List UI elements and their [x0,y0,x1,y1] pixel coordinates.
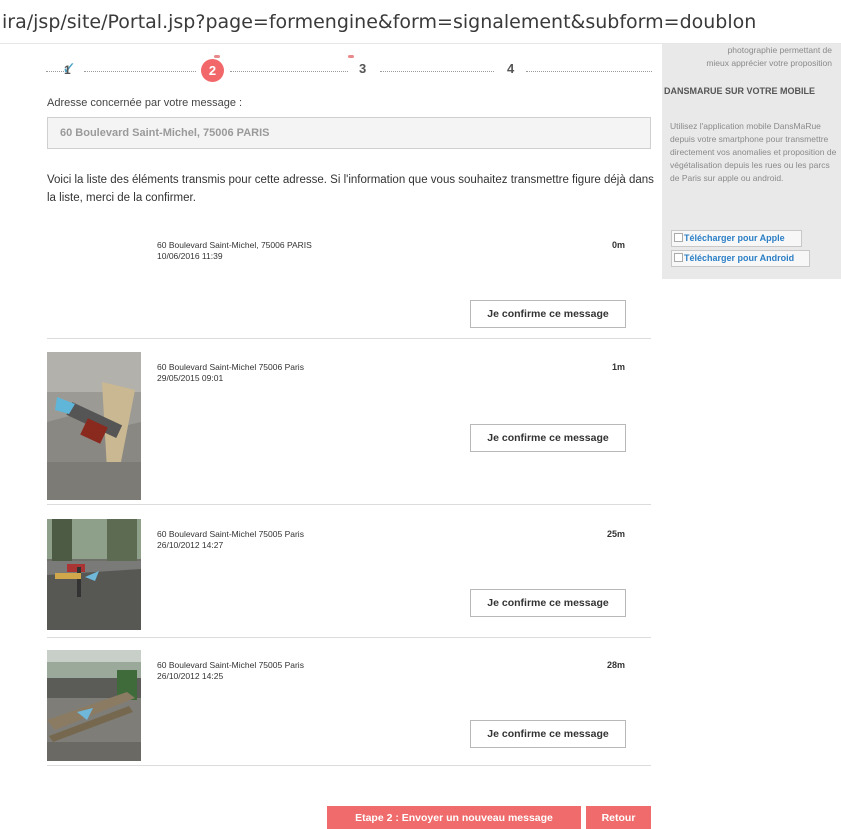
item-distance: 1m [611,362,625,372]
item-address: 60 Boulevard Saint-Michel 75005 Paris [157,529,304,539]
decorative-mark [348,55,354,58]
item-date: 29/05/2015 09:01 [157,373,224,383]
item-address: 60 Boulevard Saint-Michel 75005 Paris [157,660,304,670]
list-item: 60 Boulevard Saint-Michel, 75006 PARIS 1… [47,240,651,330]
sidebar-text: Utilisez l'application mobile DansMaRue … [670,121,837,183]
confirm-button[interactable]: Je confirme ce message [470,720,626,748]
list-item: 60 Boulevard Saint-Michel 75005 Paris 26… [47,519,651,631]
download-android-label: Télécharger pour Android [684,253,795,263]
step-1: 1 [64,63,71,77]
divider [47,338,651,339]
download-apple-label: Télécharger pour Apple [684,233,785,243]
download-android-link[interactable]: Télécharger pour Android [671,250,810,267]
item-address: 60 Boulevard Saint-Michel 75006 Paris [157,362,304,372]
download-apple-link[interactable]: Télécharger pour Apple [671,230,802,247]
item-distance: 28m [606,660,625,670]
item-distance: 25m [606,529,625,539]
item-photo[interactable] [47,352,141,500]
item-address: 60 Boulevard Saint-Michel, 75006 PARIS [157,240,312,250]
item-date: 26/10/2012 14:27 [157,540,224,550]
sidebar-title: DANSMARUE SUR VOTRE MOBILE [664,86,816,96]
step-2-active: 2 [201,59,224,82]
item-distance: 0m [611,240,625,250]
step-connector [380,71,494,72]
sidebar-top-line-1: photographie permettant de [727,45,832,55]
divider [47,504,651,505]
address-label: Adresse concernée par votre message : [47,97,243,109]
item-date: 10/06/2016 11:39 [157,251,223,261]
address-field[interactable]: 60 Boulevard Saint-Michel, 75006 PARIS [47,117,651,149]
confirm-button[interactable]: Je confirme ce message [470,300,626,328]
decorative-mark [214,55,220,58]
sidebar-top-text: photographie permettant de mieux appréci… [676,44,836,70]
broken-image-icon [674,253,683,262]
step-connector [230,71,348,72]
divider [47,637,651,638]
address-bar[interactable]: ira/jsp/site/Portal.jsp?page=formengine&… [0,0,841,44]
broken-image-icon [674,233,683,242]
list-item: 60 Boulevard Saint-Michel 75005 Paris 26… [47,650,651,762]
divider [47,765,651,766]
step-4: 4 [507,61,515,76]
confirm-button[interactable]: Je confirme ce message [470,424,626,452]
step-indicator: ✓ 1 2 3 4 [46,55,652,82]
item-date: 26/10/2012 14:25 [157,671,224,681]
item-photo[interactable] [47,519,141,630]
step-connector [84,71,196,72]
step-connector [526,71,652,72]
intro-text: Voici la liste des éléments transmis pou… [47,174,654,204]
list-item: 60 Boulevard Saint-Michel 75006 Paris 29… [47,352,651,502]
new-message-button[interactable]: Etape 2 : Envoyer un nouveau message [327,806,581,829]
sidebar-top-line-2: mieux apprécier votre proposition [706,58,832,68]
confirm-button[interactable]: Je confirme ce message [470,589,626,617]
back-button[interactable]: Retour [586,806,651,829]
sidebar: photographie permettant de mieux appréci… [662,44,841,279]
step-3: 3 [359,61,367,76]
item-photo[interactable] [47,650,141,761]
